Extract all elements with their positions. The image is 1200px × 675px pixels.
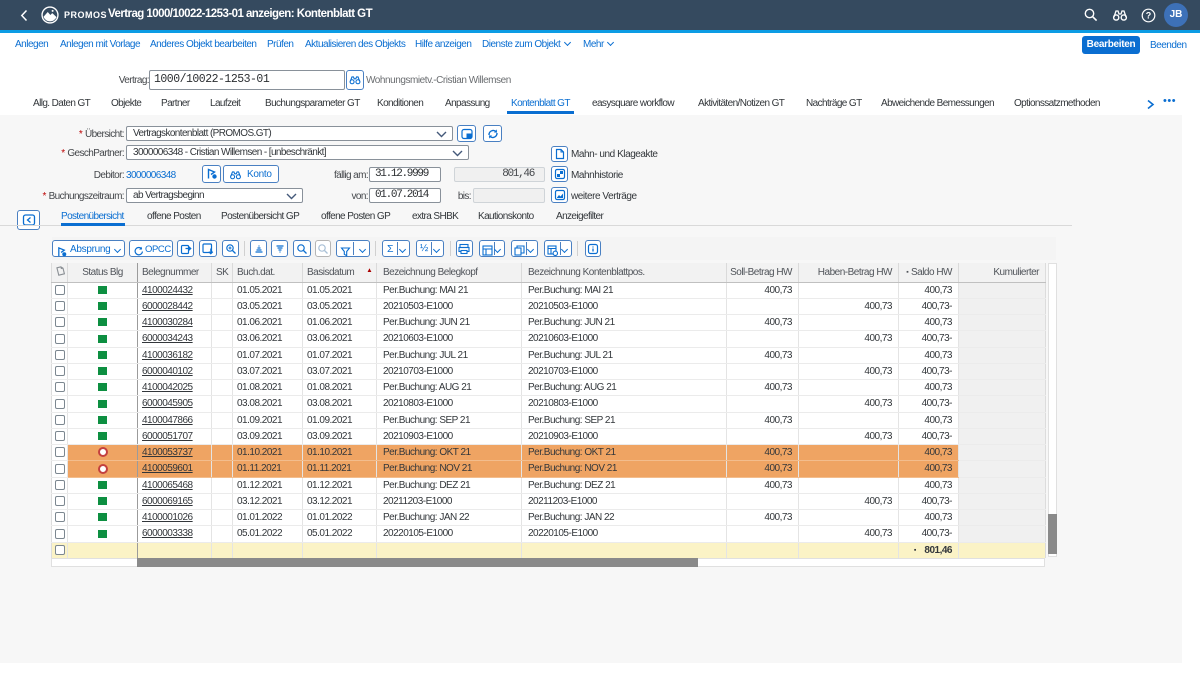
svg-text:?: ? — [1146, 11, 1152, 21]
